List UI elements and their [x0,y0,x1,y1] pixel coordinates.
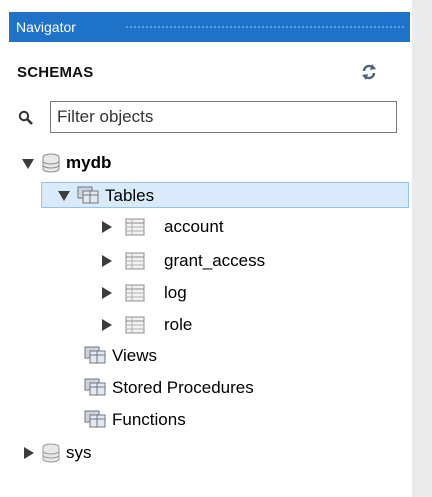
table-name: log [164,283,187,302]
collapsed-arrow-icon[interactable] [100,220,112,234]
functions-icon [84,410,106,428]
collapsed-arrow-icon[interactable] [100,286,112,300]
navigator-title: Navigator [16,19,76,35]
schema-row-mydb[interactable]: mydb [22,150,222,176]
table-icon [125,252,145,270]
tables-node[interactable]: Tables [41,182,409,208]
table-icon [125,284,145,302]
table-row-account[interactable]: account [100,214,400,240]
table-icon [125,316,145,334]
search-icon [18,110,33,125]
schema-name: mydb [66,153,112,172]
refresh-icon[interactable] [360,63,378,81]
procedures-icon [84,378,106,396]
expand-arrow-icon[interactable] [58,188,70,202]
table-icon [125,218,145,236]
expand-arrow-icon[interactable] [22,156,34,170]
schema-name: sys [66,443,92,462]
collapsed-arrow-icon[interactable] [100,318,112,332]
right-edge [412,0,432,497]
table-name: role [164,315,193,334]
views-node[interactable]: Views [84,343,384,369]
functions-label: Functions [112,410,186,429]
table-row-grant-access[interactable]: grant_access [100,248,400,274]
schema-row-sys[interactable]: sys [22,440,222,466]
database-icon [42,443,60,463]
navigator-title-bar: Navigator [9,12,410,42]
collapsed-arrow-icon[interactable] [22,446,34,460]
stored-procedures-node[interactable]: Stored Procedures [84,375,404,401]
views-label: Views [112,346,158,365]
table-name: grant_access [164,251,266,270]
tables-label: Tables [105,186,155,205]
table-folder-icon [77,186,99,204]
database-icon [42,153,60,173]
procedures-label: Stored Procedures [112,378,254,397]
schemas-header: SCHEMAS [17,64,94,81]
collapsed-arrow-icon[interactable] [100,254,112,268]
filter-objects-input[interactable] [50,101,397,133]
views-icon [84,346,106,364]
title-grip [125,25,404,30]
table-row-log[interactable]: log [100,280,400,306]
table-name: account [164,217,224,236]
table-row-role[interactable]: role [100,312,400,338]
functions-node[interactable]: Functions [84,407,384,433]
